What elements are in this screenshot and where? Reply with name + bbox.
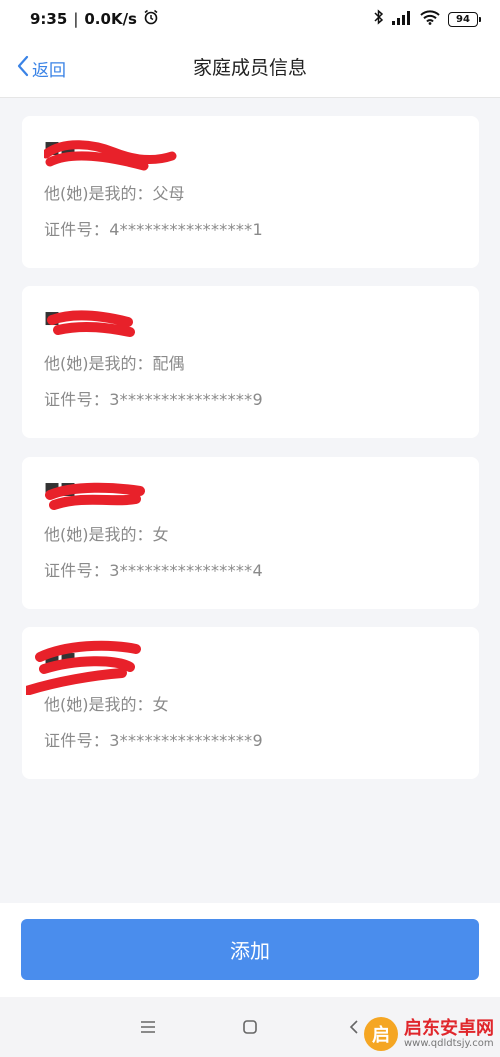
system-nav-bar: 启 启东安卓网 www.qdldtsjy.com bbox=[0, 997, 500, 1057]
redaction-scribble bbox=[44, 140, 177, 171]
watermark-url: www.qdldtsjy.com bbox=[404, 1038, 494, 1050]
member-card[interactable]: ■■ 他(她)是我的：父母 证件号：4****************1 bbox=[22, 116, 479, 268]
member-relation: 他(她)是我的：配偶 bbox=[44, 354, 185, 373]
member-id-number: 证件号：3****************9 bbox=[44, 390, 263, 409]
status-separator: | bbox=[73, 10, 79, 28]
status-bar: 9:35 | 0.0K/s 94 bbox=[0, 0, 500, 38]
page-title: 家庭成员信息 bbox=[192, 57, 307, 79]
member-id-number: 证件号：3****************9 bbox=[44, 731, 263, 750]
member-id-number: 证件号：4****************1 bbox=[44, 220, 263, 239]
member-card[interactable]: ■■ 他(她)是我的：女 证件号：3****************4 bbox=[22, 457, 479, 609]
bluetooth-icon bbox=[374, 9, 384, 29]
redaction-scribble bbox=[47, 310, 135, 337]
member-card[interactable]: ■ 他(她)是我的：配偶 证件号：3****************9 bbox=[22, 286, 479, 438]
menu-icon[interactable] bbox=[136, 1015, 160, 1039]
redaction-scribble bbox=[26, 640, 141, 695]
bottom-action-bar: 添加 bbox=[0, 903, 500, 997]
member-card[interactable]: ■■ 他(她)是我的：女 证件号：3****************9 bbox=[22, 627, 479, 779]
signal-icon bbox=[392, 10, 412, 29]
member-name: ■■ bbox=[26, 635, 176, 695]
watermark-badge-icon: 启 bbox=[364, 1017, 398, 1051]
nav-header: 返回 家庭成员信息 bbox=[0, 38, 500, 98]
member-relation: 他(她)是我的：女 bbox=[44, 695, 169, 714]
back-icon[interactable] bbox=[342, 1015, 366, 1039]
member-relation: 他(她)是我的：女 bbox=[44, 525, 169, 544]
member-name: ■■ bbox=[44, 473, 184, 510]
battery-icon: 94 bbox=[448, 11, 481, 27]
alarm-icon bbox=[143, 9, 159, 29]
member-relation: 他(她)是我的：父母 bbox=[44, 184, 185, 203]
status-time: 9:35 bbox=[30, 10, 68, 28]
member-id-number: 证件号：3****************4 bbox=[44, 561, 263, 580]
watermark-logo: 启 启东安卓网 www.qdldtsjy.com bbox=[364, 1017, 494, 1051]
wifi-icon bbox=[420, 9, 440, 29]
add-member-button[interactable]: 添加 bbox=[21, 919, 479, 980]
home-icon[interactable] bbox=[238, 1015, 262, 1039]
member-name: ■■ bbox=[44, 132, 184, 171]
redaction-scribble bbox=[45, 482, 145, 510]
watermark-title: 启东安卓网 bbox=[404, 1017, 494, 1039]
member-name: ■ bbox=[44, 302, 184, 337]
battery-level: 94 bbox=[456, 13, 470, 25]
status-net-speed: 0.0K/s bbox=[84, 10, 137, 28]
